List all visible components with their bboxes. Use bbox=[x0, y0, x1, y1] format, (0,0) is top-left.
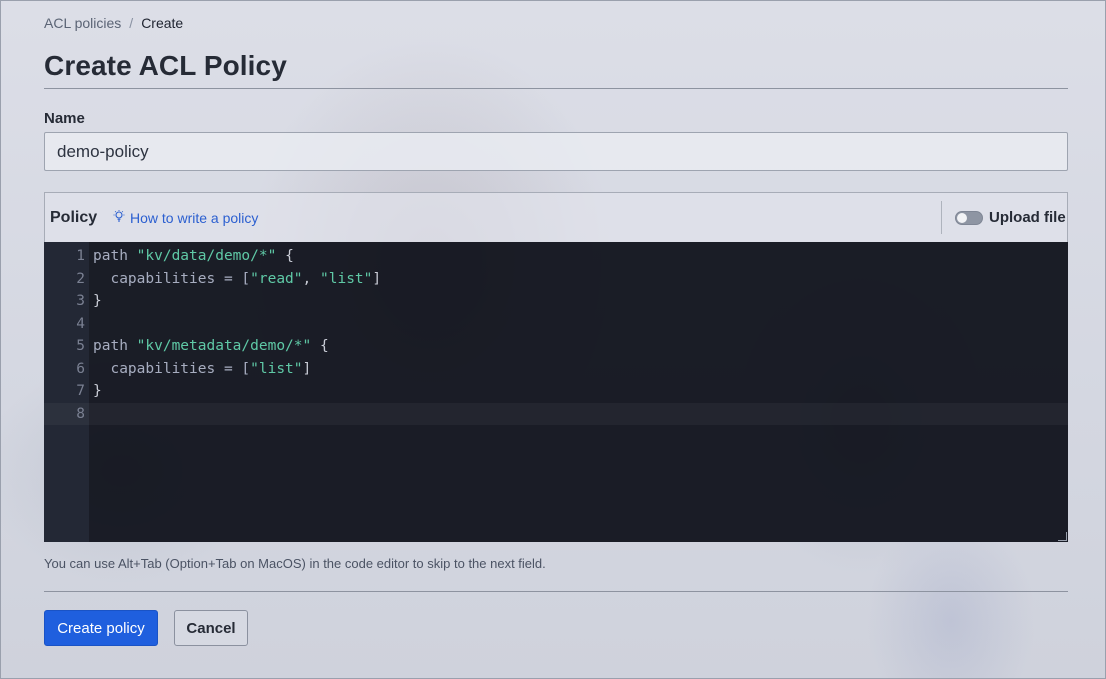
code-token: ] bbox=[372, 270, 382, 287]
code-text: } bbox=[93, 290, 102, 313]
resize-handle[interactable] bbox=[1058, 532, 1067, 541]
lightbulb-icon bbox=[113, 210, 125, 226]
code-token: "kv/metadata/demo/*" bbox=[136, 338, 312, 354]
breadcrumb: ACL policies / Create bbox=[44, 15, 183, 31]
name-label: Name bbox=[44, 110, 85, 127]
code-token: ] bbox=[302, 360, 312, 377]
how-to-write-policy-label: How to write a policy bbox=[130, 210, 259, 226]
code-token: { bbox=[311, 338, 329, 354]
code-line: 4 bbox=[44, 313, 1068, 336]
code-token: capabilities = [ bbox=[93, 360, 251, 377]
name-input[interactable] bbox=[44, 132, 1068, 171]
line-number: 3 bbox=[76, 293, 85, 309]
line-number: 8 bbox=[76, 405, 85, 422]
policy-label: Policy bbox=[50, 209, 98, 226]
code-line: 1 path "kv/data/demo/*" { bbox=[44, 245, 1068, 268]
toggle-switch[interactable] bbox=[955, 210, 983, 225]
breadcrumb-acl-policies-link[interactable]: ACL policies bbox=[44, 15, 121, 31]
editor-hint: You can use Alt+Tab (Option+Tab on MacOS… bbox=[44, 556, 546, 571]
policy-editor-header: Policy How to write a policy Upload file bbox=[44, 192, 1068, 242]
code-token: path bbox=[93, 248, 137, 264]
code-token: { bbox=[276, 248, 294, 264]
code-token: , bbox=[302, 270, 320, 287]
code-text: path "kv/data/demo/*" { bbox=[93, 245, 294, 268]
code-line: 7} bbox=[44, 380, 1068, 403]
breadcrumb-current: Create bbox=[141, 15, 184, 31]
upload-file-label: Upload file bbox=[989, 209, 1066, 226]
code-line: 8 bbox=[44, 402, 1068, 425]
policy-code-editor[interactable]: 1 path "kv/data/demo/*" {2 capabilities =… bbox=[44, 242, 1068, 542]
page-title: Create ACL Policy bbox=[44, 50, 287, 81]
line-number: 2 bbox=[76, 270, 85, 287]
cancel-button[interactable]: Cancel bbox=[174, 610, 248, 646]
line-number: 6 bbox=[76, 360, 85, 377]
code-token: "read" bbox=[250, 270, 303, 287]
breadcrumb-separator: / bbox=[129, 15, 134, 31]
code-token: "list" bbox=[250, 360, 303, 377]
how-to-write-policy-link[interactable]: How to write a policy bbox=[113, 210, 258, 226]
line-number: 7 bbox=[76, 383, 85, 399]
code-line: 6 capabilities = ["list"] bbox=[44, 358, 1068, 381]
actions-divider bbox=[44, 591, 1068, 592]
line-number: 4 bbox=[76, 315, 85, 332]
line-number: 1 bbox=[76, 248, 85, 264]
code-token: "kv/data/demo/*" bbox=[136, 248, 277, 264]
code-text: capabilities = ["list"] bbox=[93, 358, 311, 381]
code-line: 5 path "kv/metadata/demo/*" { bbox=[44, 335, 1068, 358]
code-line: 3} bbox=[44, 290, 1068, 313]
code-token: } bbox=[93, 383, 102, 399]
code-text: capabilities = ["read", "list"] bbox=[93, 268, 381, 291]
create-policy-button[interactable]: Create policy bbox=[44, 610, 158, 646]
line-number: 5 bbox=[76, 338, 85, 354]
code-text: } bbox=[93, 380, 102, 403]
code-line: 2 capabilities = ["read", "list"] bbox=[44, 268, 1068, 291]
code-text: path "kv/metadata/demo/*" { bbox=[93, 335, 329, 358]
code-token: } bbox=[93, 293, 102, 309]
code-token: path bbox=[93, 338, 137, 354]
code-token: capabilities = [ bbox=[93, 270, 251, 287]
upload-file-toggle[interactable]: Upload file bbox=[941, 201, 1067, 234]
title-divider bbox=[44, 88, 1068, 89]
code-token: "list" bbox=[320, 270, 373, 287]
